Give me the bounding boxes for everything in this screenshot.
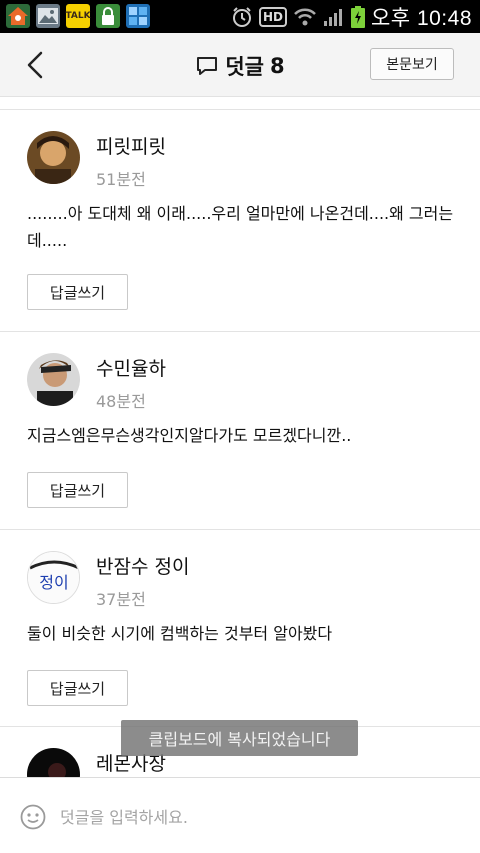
talk-label: TALK [65,11,91,21]
comment-item: 정이 반잠수 정이 37분전 둘이 비슷한 시기에 컴백하는 것부터 알아봤다 … [0,530,480,727]
kakaotalk-icon: TALK [65,4,91,28]
smiley-icon [20,804,46,830]
home-app-icon [6,4,30,28]
notification-icons: TALK [6,4,150,28]
hd-badge: HD [258,6,287,27]
reply-button[interactable]: 답글쓰기 [27,472,128,508]
wifi-icon [294,8,316,25]
back-button[interactable] [20,49,50,81]
comment-input-bar [0,777,480,853]
toast-message: 클립보드에 복사되었습니다 [121,720,358,756]
commenter-name[interactable]: 수민율하 [96,354,166,381]
status-bar: TALK HD 오후 10:48 [0,0,480,33]
avatar[interactable]: 정이 [27,551,80,604]
lock-icon [96,4,120,28]
battery-icon [350,5,365,28]
avatar-text: 정이 [39,573,68,592]
comment-item: 수민율하 48분전 지금스엠은무슨생각인지알다가도 모르겠다니깐.. 답글쓰기 [0,332,480,530]
commenter-name[interactable]: 피릿피릿 [96,132,166,159]
emoticon-button[interactable] [20,804,46,830]
comment-time: 37분전 [96,590,146,609]
back-arrow-icon [27,51,43,79]
reply-button[interactable]: 답글쓰기 [27,670,128,706]
comment-time: 48분전 [96,392,146,411]
comment-text[interactable]: 지금스엠은무슨생각인지알다가도 모르겠다니깐.. [27,422,456,449]
comment-item: 피릿피릿 51분전 ........아 도대체 왜 이래.....우리 얼마만에… [0,110,480,332]
avatar[interactable] [27,353,80,406]
reply-button[interactable]: 답글쓰기 [27,274,128,310]
comment-text[interactable]: 둘이 비슷한 시기에 컴백하는 것부터 알아봤다 [27,620,456,647]
screen-app-icon [126,4,150,28]
avatar[interactable] [27,748,80,777]
speech-bubble-icon [197,57,218,75]
title-label: 덧글 [225,55,264,79]
top-bar: 덧글 8 본문보기 [0,33,480,97]
signal-icon [323,8,342,26]
avatar[interactable] [27,131,80,184]
commenter-name[interactable]: 반잠수 정이 [96,552,189,579]
comment-text[interactable]: ........아 도대체 왜 이래.....우리 얼마만에 나온건데....왜… [27,200,456,254]
view-article-button[interactable]: 본문보기 [370,48,454,80]
comment-list[interactable]: 피릿피릿 51분전 ........아 도대체 왜 이래.....우리 얼마만에… [0,97,480,777]
clock: 오후 10:48 [370,6,472,30]
comment-count: 8 [270,54,285,78]
comment-time: 51분전 [96,170,146,189]
gallery-icon [36,4,60,28]
system-status: HD 오후 10:48 [231,4,472,30]
alarm-icon [232,6,251,27]
comment-input[interactable] [60,800,450,834]
